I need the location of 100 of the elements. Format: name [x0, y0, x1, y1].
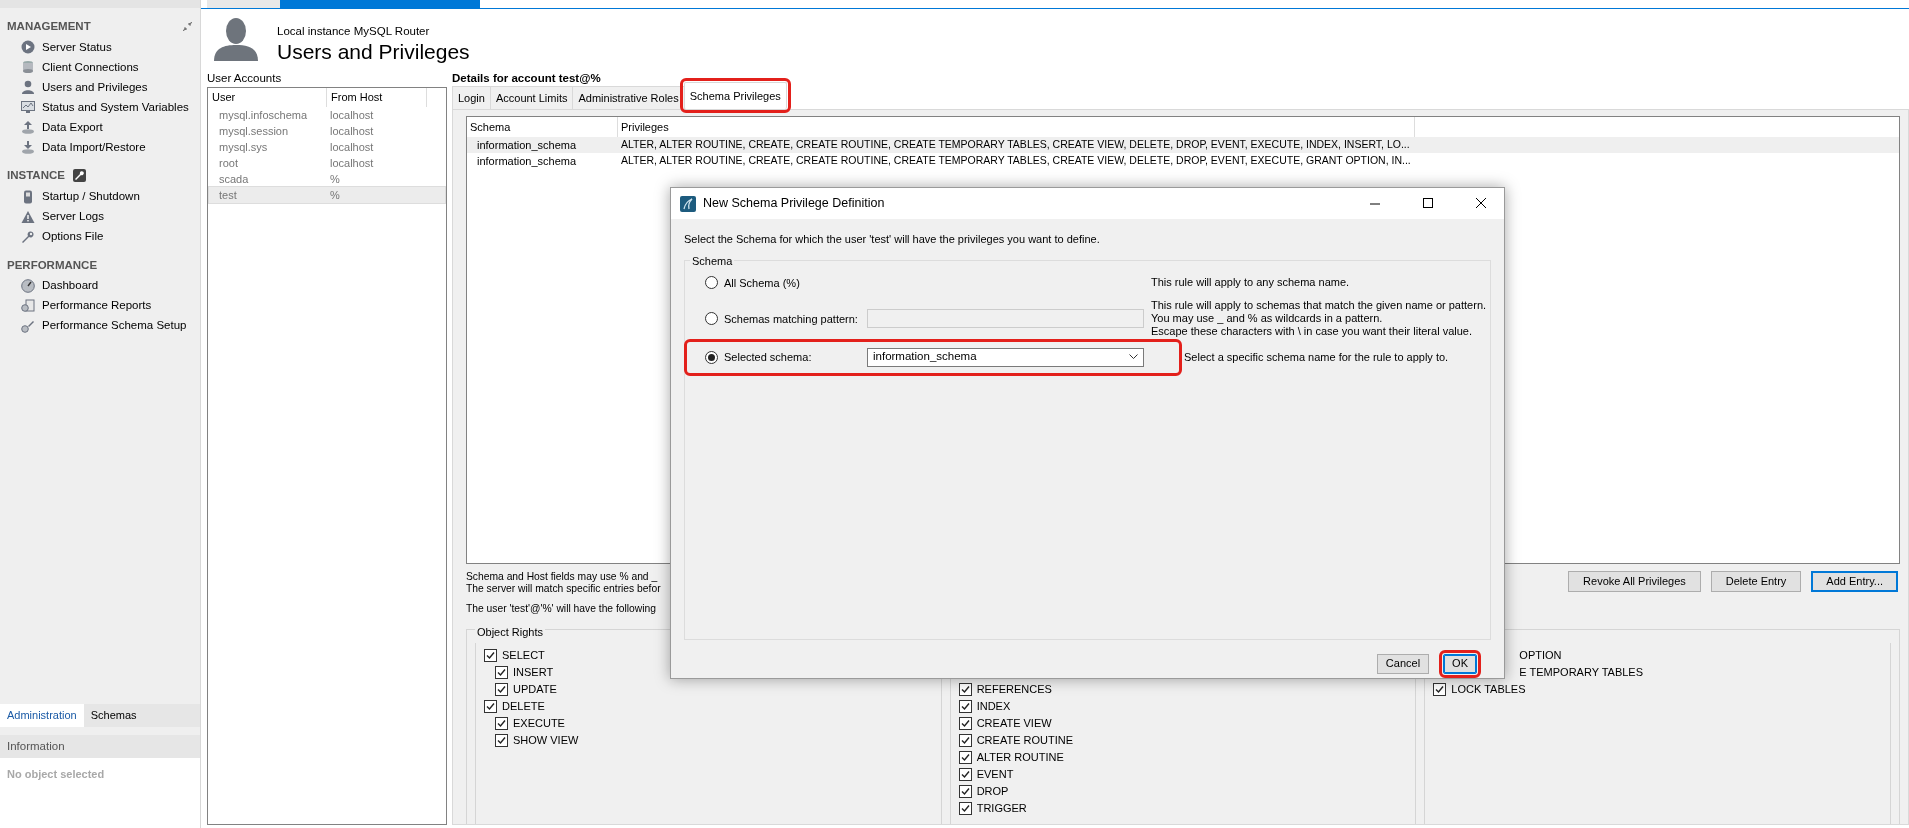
sidebar-item[interactable]: Data Import/Restore: [0, 137, 200, 158]
description-text: This rule will apply to any schema name.: [1150, 276, 1350, 290]
table-row[interactable]: information_schema ALTER, ALTER ROUTINE, CREATE, CREATE ROUTINE, CREATE TEMPORARY TABLES, CREATE VIEW, DELETE, DROP, EVENT, EXECUTE, GRANT OPTION, IN...: [467, 153, 1899, 169]
sidebar-item[interactable]: Startup / Shutdown: [0, 186, 200, 207]
sidebar-item[interactable]: Client Connections: [0, 57, 200, 78]
checkbox[interactable]: [495, 716, 508, 730]
close-icon: [1475, 198, 1487, 209]
database-icon: [21, 60, 35, 75]
sidebar-item[interactable]: Server Logs: [0, 206, 200, 227]
section-title: INSTANCE: [7, 168, 65, 184]
checkbox[interactable]: [484, 648, 497, 662]
table-row[interactable]: test %: [209, 187, 445, 203]
table-cell-text: information_schema: [476, 153, 578, 169]
empty-message: No object selected: [0, 758, 200, 828]
table-cell-text: %: [329, 187, 341, 203]
table-cell-text: mysql.infoschema: [218, 107, 309, 123]
tab[interactable]: Login: [452, 85, 491, 109]
checkbox-label: INDEX: [976, 698, 1011, 714]
checkbox[interactable]: [958, 699, 972, 713]
table-row[interactable]: information_schema ALTER, ALTER ROUTINE, CREATE, CREATE ROUTINE, CREATE TEMPORARY TABLES, CREATE VIEW, DELETE, DROP, EVENT, EXECUTE, INDEX, INSERT, LO...: [467, 137, 1899, 153]
play-icon: [21, 40, 35, 55]
checkbox-label: LOCK TABLES: [1451, 681, 1526, 697]
checkbox[interactable]: [958, 716, 972, 730]
column-header[interactable]: User: [208, 88, 327, 107]
checkbox[interactable]: [495, 682, 508, 696]
tab[interactable]: Administrative Roles: [572, 85, 685, 109]
sidebar-item[interactable]: Dashboard: [0, 275, 200, 296]
radio-button[interactable]: [705, 350, 718, 364]
checkbox[interactable]: [495, 665, 508, 679]
checkbox[interactable]: [958, 750, 972, 764]
collapse-icon[interactable]: [183, 22, 192, 32]
gauge-icon: [21, 278, 35, 293]
sidebar-item[interactable]: Users and Privileges: [0, 77, 200, 98]
checkbox-label: OPTION: [1519, 647, 1562, 663]
page-subtitle: Local instance MySQL Router: [277, 24, 431, 39]
checkbox-label: CREATE VIEW: [976, 715, 1052, 731]
table-row[interactable]: scada %: [209, 171, 445, 187]
checkbox-label: SHOW VIEW: [513, 732, 579, 748]
table-cell-text: mysql.session: [218, 123, 290, 139]
table-row[interactable]: mysql.session localhost: [209, 123, 445, 139]
checkbox-label: ALTER ROUTINE: [976, 749, 1064, 765]
table-row[interactable]: mysql.infoschema localhost: [209, 107, 445, 123]
description-text: Select a specific schema name for the rule to apply to.: [1183, 351, 1449, 365]
checkbox[interactable]: [495, 733, 508, 747]
switch-icon: [21, 189, 35, 204]
hint-text: The user 'test'@'%' will have the following: [466, 601, 657, 616]
column-header[interactable]: From Host: [327, 88, 427, 107]
checkbox[interactable]: [958, 801, 972, 815]
sidebar-tab[interactable]: Administration: [0, 704, 84, 727]
checkbox[interactable]: [1433, 682, 1447, 696]
checkbox-label: SELECT: [502, 647, 545, 663]
dropdown[interactable]: information_schema: [867, 347, 1144, 367]
hint-text: Schema and Host fields may use % and _ The server will match specific entries befor: [466, 571, 661, 596]
sidebar-item[interactable]: Performance Reports: [0, 295, 200, 316]
chevron-icon: [1129, 354, 1138, 361]
monitor-icon: [21, 100, 35, 115]
section-title: PERFORMANCE: [7, 257, 98, 273]
section-title: MANAGEMENT: [7, 19, 91, 34]
action-button[interactable]: Revoke All Privileges: [1568, 571, 1701, 592]
radio-label: All Schema (%): [724, 275, 800, 291]
sidebar-item[interactable]: Performance Schema Setup: [0, 315, 200, 336]
checkbox[interactable]: [958, 767, 972, 781]
table-cell-text: mysql.sys: [218, 139, 269, 155]
dolphin-icon: [680, 195, 696, 212]
sidebar-item[interactable]: Data Export: [0, 117, 200, 138]
checkbox[interactable]: [958, 682, 972, 696]
table-cell-text: information_schema: [476, 137, 578, 153]
checkbox[interactable]: [958, 784, 972, 798]
checkbox[interactable]: [484, 699, 497, 713]
instruction-text: Select the Schema for which the user 'test' will have the privileges you want to define.: [684, 232, 1101, 247]
window-title: New Schema Privilege Definition: [703, 195, 886, 213]
radio-button[interactable]: [705, 312, 718, 326]
panel-header: Information: [0, 734, 200, 758]
sidebar-item[interactable]: Server Status: [0, 37, 200, 58]
tab[interactable]: Account Limits: [489, 85, 574, 109]
sidebar-item[interactable]: Options File: [0, 226, 200, 247]
table-cell-text: ALTER, ALTER ROUTINE, CREATE, CREATE ROUTINE, CREATE TEMPORARY TABLES, CREATE VIEW, DELETE, DROP, EVENT, EXECUTE, GRANT OPTION, IN...: [620, 153, 1411, 169]
table-cell-text: localhost: [329, 123, 375, 139]
sidebar-item[interactable]: Status and System Variables: [0, 97, 200, 118]
action-button[interactable]: Add Entry...: [1811, 571, 1898, 592]
radio-label: Selected schema:: [724, 349, 812, 365]
checkbox-label: EVENT: [976, 766, 1014, 782]
table-row[interactable]: root localhost: [209, 155, 445, 171]
input-field[interactable]: [867, 309, 1144, 329]
person-icon: [21, 80, 35, 95]
sidebar-tab[interactable]: Schemas: [83, 704, 144, 727]
action-button[interactable]: Delete Entry: [1710, 571, 1802, 592]
person-icon: [213, 17, 259, 61]
table-cell-text: root: [218, 155, 239, 171]
table-cell-text: ALTER, ALTER ROUTINE, CREATE, CREATE ROUTINE, CREATE TEMPORARY TABLES, CREATE VIEW, DELETE, DROP, EVENT, EXECUTE, INDEX, INSERT, LO...: [620, 137, 1410, 153]
table-row[interactable]: mysql.sys localhost: [209, 139, 445, 155]
checkbox-label: INSERT: [513, 664, 554, 680]
dialog-button[interactable]: Cancel: [1376, 653, 1430, 674]
radio-button[interactable]: [705, 276, 718, 290]
checkbox-label: DELETE: [502, 698, 545, 714]
checkbox[interactable]: [958, 733, 972, 747]
checkbox-label: EXECUTE: [513, 715, 565, 731]
wrench-icon: [21, 229, 35, 244]
checkbox-label: DROP: [976, 783, 1009, 799]
table-cell-text: localhost: [329, 155, 375, 171]
